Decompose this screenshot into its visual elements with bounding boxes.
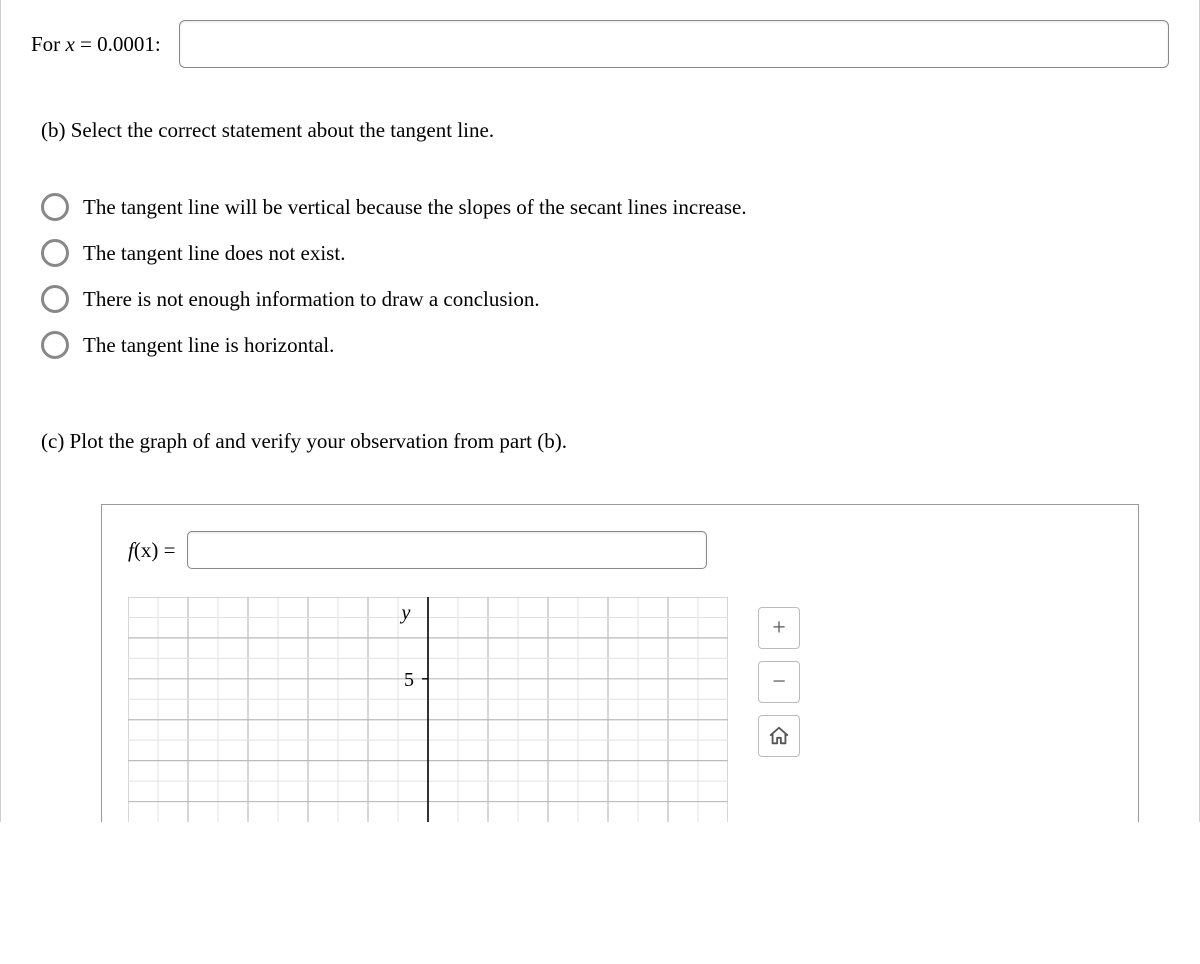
radio-label: The tangent line will be vertical becaus… [83, 195, 747, 220]
radio-circle-icon [41, 193, 69, 221]
radio-option-2[interactable]: The tangent line does not exist. [41, 239, 1169, 267]
radio-group: The tangent line will be vertical becaus… [41, 193, 1169, 359]
radio-label: The tangent line is horizontal. [83, 333, 334, 358]
radio-option-3[interactable]: There is not enough information to draw … [41, 285, 1169, 313]
plus-icon: + [772, 615, 786, 642]
fx-label: f(x) = [128, 538, 175, 563]
zoom-in-button[interactable]: + [758, 607, 800, 649]
radio-circle-icon [41, 239, 69, 267]
part-a-label: For x = 0.0001: [31, 32, 161, 57]
radio-circle-icon [41, 331, 69, 359]
graph-plot[interactable]: y5 [128, 597, 728, 822]
part-c-section: (c) Plot the graph of and verify your ob… [1, 399, 1199, 822]
zoom-controls: + − [758, 607, 800, 757]
part-c-prompt: (c) Plot the graph of and verify your ob… [41, 429, 1169, 454]
zoom-out-button[interactable]: − [758, 661, 800, 703]
minus-icon: − [772, 669, 786, 696]
radio-option-1[interactable]: The tangent line will be vertical becaus… [41, 193, 1169, 221]
radio-label: There is not enough information to draw … [83, 287, 540, 312]
part-b-prompt: (b) Select the correct statement about t… [41, 118, 1169, 143]
svg-text:y: y [400, 602, 411, 624]
fx-input[interactable] [187, 531, 707, 569]
fx-row: f(x) = [128, 531, 1112, 569]
part-a-row: For x = 0.0001: [1, 0, 1199, 98]
radio-option-4[interactable]: The tangent line is horizontal. [41, 331, 1169, 359]
home-icon [768, 725, 790, 747]
radio-circle-icon [41, 285, 69, 313]
graph-panel: f(x) = y5 + − [101, 504, 1139, 822]
svg-text:5: 5 [404, 669, 414, 691]
part-b-section: (b) Select the correct statement about t… [1, 98, 1199, 399]
radio-label: The tangent line does not exist. [83, 241, 345, 266]
part-a-input[interactable] [179, 20, 1169, 68]
home-button[interactable] [758, 715, 800, 757]
